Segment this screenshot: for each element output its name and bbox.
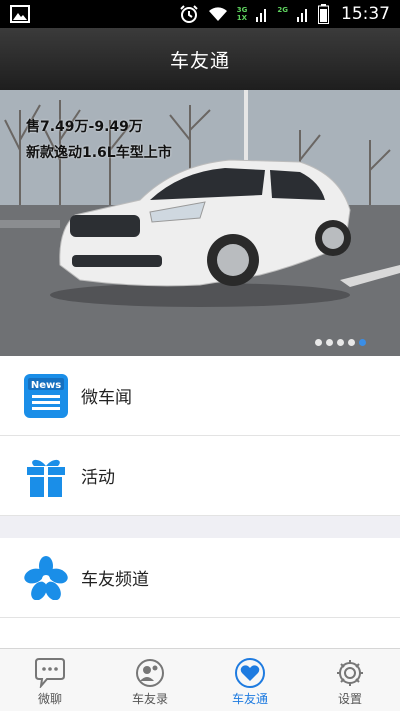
carousel-dot [348,339,355,346]
network-type-2: 2G [277,6,288,22]
channel-flower-icon [24,555,68,600]
menu-item-label: 车友频道 [81,570,149,590]
tab-friends-hub[interactable]: 车友通 [200,649,300,711]
bottom-tab-bar: 微聊 车友录 车友通 设置 [0,648,400,711]
title-bar: 车友通 [0,28,400,90]
menu-item-activity[interactable]: 活动 [0,436,400,516]
tab-chat[interactable]: 微聊 [0,649,100,711]
gift-icon [27,459,65,497]
battery-icon [318,4,329,24]
tab-label: 车友通 [231,692,268,706]
menu-item-channel[interactable]: 车友频道 [0,538,400,618]
menu-group-main: News 微车闻 活动 [0,356,400,516]
banner-caption-model: 新款逸动1.6L车型上市 [26,145,172,161]
carousel-dot [326,339,333,346]
page-title: 车友通 [169,49,230,72]
banner-carousel[interactable]: 售7.49万-9.49万 新款逸动1.6L车型上市 [0,90,400,356]
menu-item-news[interactable]: News 微车闻 [0,356,400,436]
chat-bubble-icon [35,658,65,688]
news-icon: News [24,373,68,418]
carousel-dot-active [359,339,366,346]
network-label-top: 3G [236,6,248,14]
signal-icon [256,9,267,22]
gallery-icon [10,5,30,23]
menu-item-label: 微车闻 [81,388,132,408]
carousel-indicator [315,339,366,346]
signal-icon-2 [297,9,307,22]
banner-caption-price: 售7.49万-9.49万 [26,119,143,135]
contacts-icon [136,659,164,687]
gear-icon [337,660,363,686]
status-bar: 3G 1X 2G 15:37 [0,0,400,28]
tab-label: 微聊 [37,692,62,706]
tab-contacts[interactable]: 车友录 [100,649,200,711]
heart-icon [235,658,265,688]
tab-label: 设置 [337,692,362,706]
wifi-icon [208,7,227,22]
alarm-icon [180,5,198,23]
svg-text:News: News [31,380,61,391]
menu-item-label: 活动 [81,468,115,488]
tab-label: 车友录 [131,692,168,706]
tab-settings[interactable]: 设置 [300,649,400,711]
network2-label: 2G [277,6,288,14]
carousel-dot [315,339,322,346]
network-type-1: 3G 1X [237,6,248,22]
carousel-dot [337,339,344,346]
network-label-bottom: 1X [236,14,248,22]
clock: 15:37 [341,4,390,24]
